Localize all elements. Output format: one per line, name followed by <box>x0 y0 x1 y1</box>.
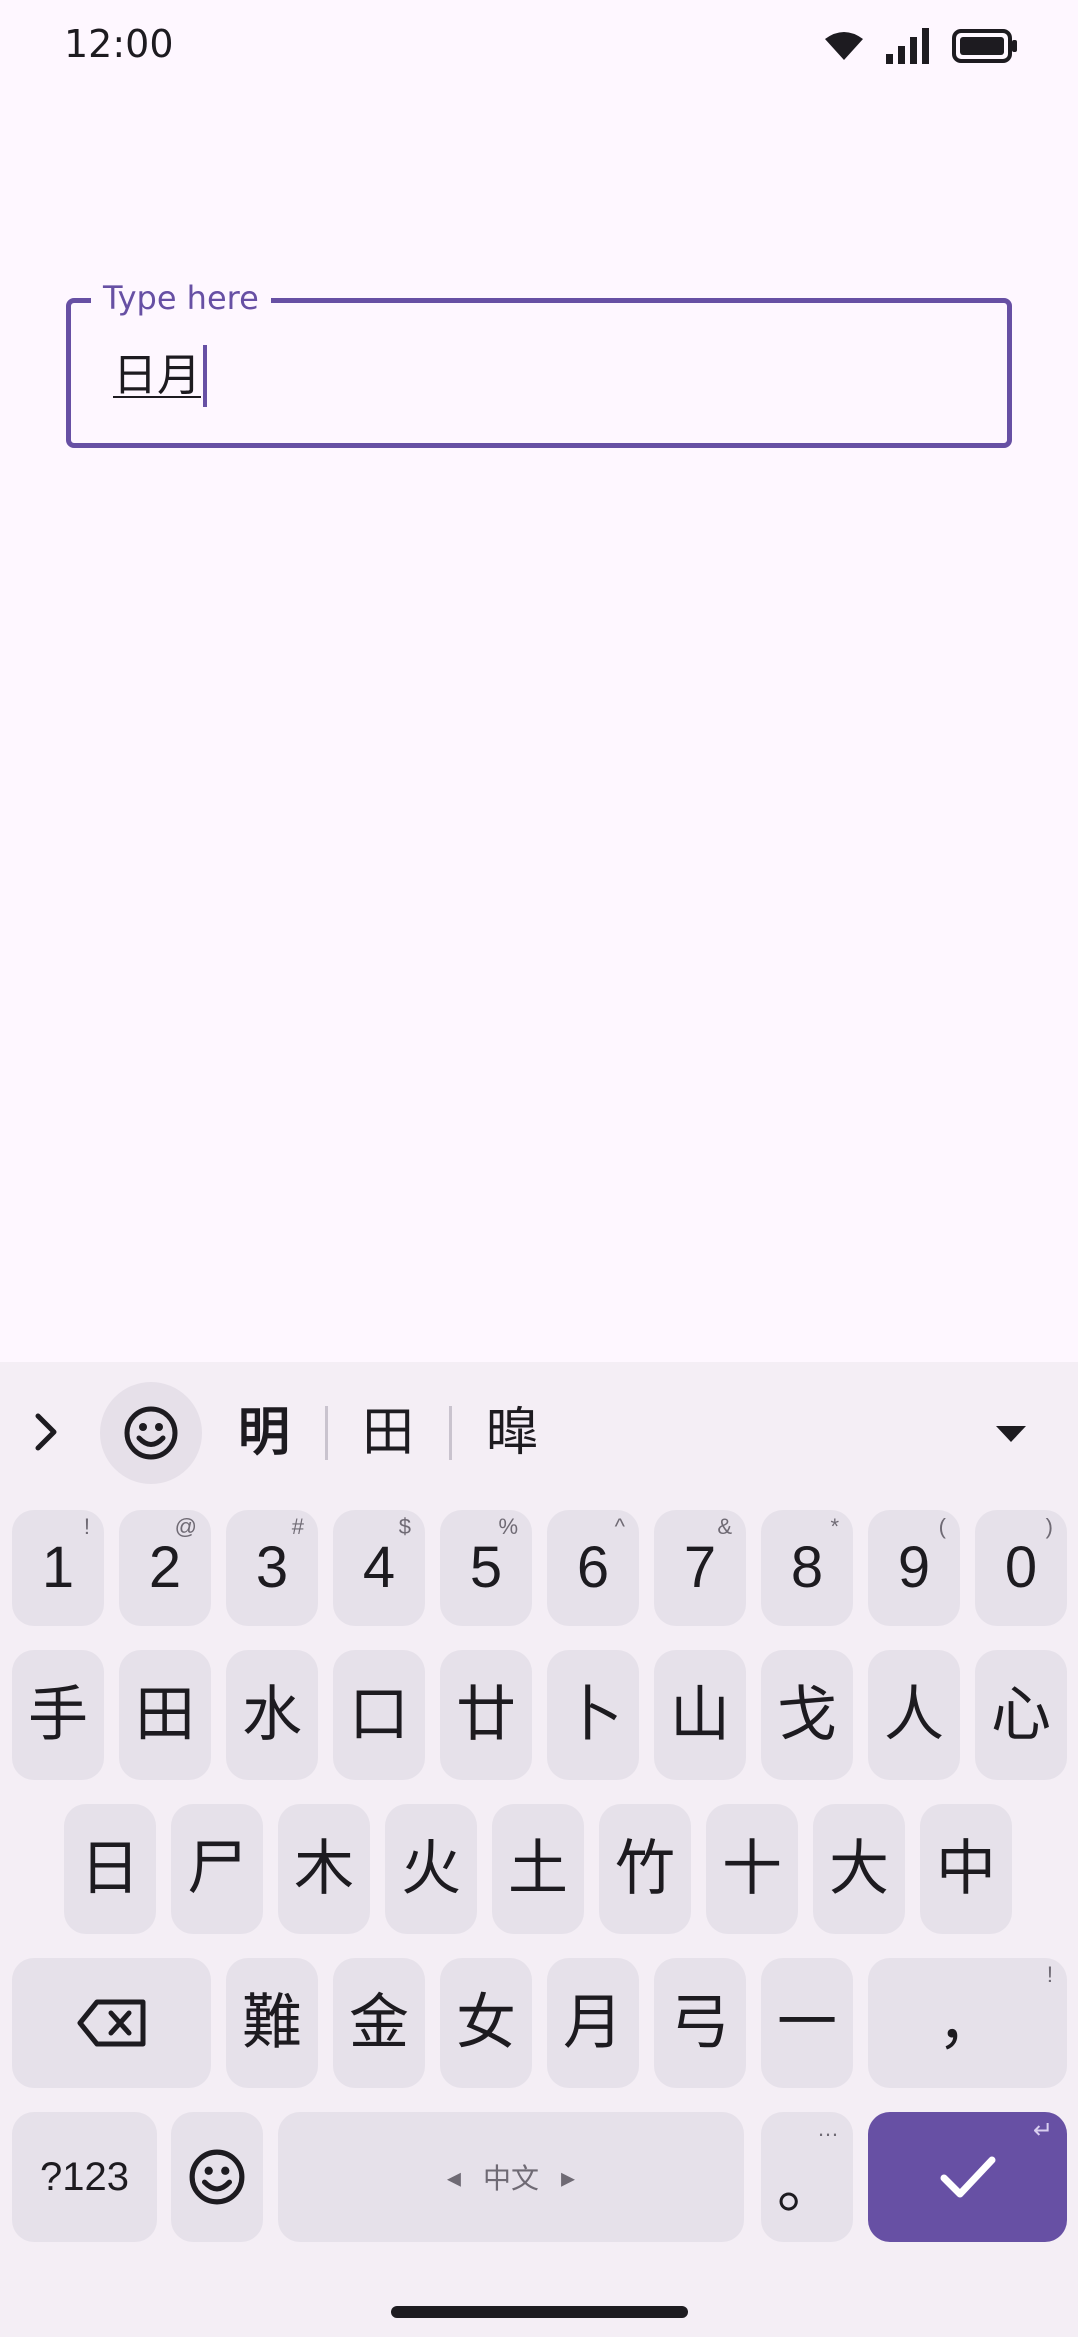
space-key[interactable]: ◂ 中文 ▸ <box>278 2112 744 2242</box>
cellular-signal-icon <box>886 28 929 64</box>
language-label: 中文 <box>482 2162 539 2195</box>
key-5[interactable]: 5% <box>440 1510 532 1626</box>
key-4[interactable]: 4 $ <box>333 1510 425 1626</box>
candidate-bar: 明 田 暭 <box>0 1362 1078 1502</box>
key-cangjie[interactable]: 田 <box>119 1650 211 1780</box>
key-cangjie[interactable]: 土 <box>492 1804 584 1934</box>
key-cangjie[interactable]: 廿 <box>440 1650 532 1780</box>
composing-text: 日月 <box>113 350 201 401</box>
key-6[interactable]: 6 ^ <box>547 1510 639 1626</box>
key-3[interactable]: 3 # <box>226 1510 318 1626</box>
home-indicator[interactable] <box>391 2306 688 2318</box>
key-2[interactable]: 2 @ <box>119 1510 211 1626</box>
key-cangjie[interactable]: 女 <box>440 1958 532 2088</box>
status-bar: 12:00 <box>0 0 1078 96</box>
key-cangjie[interactable]: 中 <box>920 1804 1012 1934</box>
emoji-suggest-button[interactable] <box>100 1382 202 1484</box>
candidate-divider <box>449 1406 452 1460</box>
key-cangjie[interactable]: 火 <box>385 1804 477 1934</box>
key-cangjie[interactable]: 戈 <box>761 1650 853 1780</box>
key-cangjie[interactable]: 卜 <box>547 1650 639 1780</box>
key-cangjie[interactable]: 尸 <box>171 1804 263 1934</box>
emoji-icon <box>124 1406 178 1460</box>
expand-candidates-icon[interactable] <box>994 1424 1028 1444</box>
caret-left-icon: ◂ <box>446 2160 461 2194</box>
emoji-key[interactable] <box>171 2112 263 2242</box>
check-icon <box>940 2156 995 2198</box>
key-8[interactable]: 8 * <box>761 1510 853 1626</box>
status-time: 12:00 <box>64 22 174 66</box>
candidate-2[interactable]: 田 <box>362 1398 414 1468</box>
keyboard: 明 田 暭 1! 2 @ 3 # 4 $ 5% 6 ^ 7 & 8 * 9( 0) 手 田 … <box>0 1362 1078 2337</box>
enter-hint: ↵ <box>1032 2117 1053 2144</box>
done-action-key[interactable]: ↵ <box>868 2112 1067 2242</box>
key-cangjie[interactable]: 山 <box>654 1650 746 1780</box>
key-cangjie[interactable]: 月 <box>547 1958 639 2088</box>
key-cangjie[interactable]: 竹 <box>599 1804 691 1934</box>
backspace-icon <box>77 1999 145 2047</box>
period-key[interactable]: 。… <box>761 2112 853 2242</box>
symbols-key[interactable]: ?123 <box>12 2112 157 2242</box>
key-cangjie[interactable]: 人 <box>868 1650 960 1780</box>
key-cangjie[interactable]: 水 <box>226 1650 318 1780</box>
key-cangjie[interactable]: 難 <box>226 1958 318 2088</box>
key-cangjie[interactable]: 金 <box>333 1958 425 2088</box>
chevron-right-icon[interactable] <box>30 1410 60 1454</box>
key-9[interactable]: 9( <box>868 1510 960 1626</box>
candidate-divider <box>325 1406 328 1460</box>
candidate-1[interactable]: 明 <box>238 1398 290 1468</box>
key-cangjie[interactable]: 弓 <box>654 1958 746 2088</box>
key-cangjie[interactable]: 手 <box>12 1650 104 1780</box>
comma-key[interactable]: ，! <box>868 1958 1067 2088</box>
candidate-3[interactable]: 暭 <box>486 1398 538 1468</box>
key-cangjie[interactable]: 口 <box>333 1650 425 1780</box>
battery-icon <box>952 29 1017 63</box>
field-label: Type here <box>91 278 271 318</box>
wifi-icon <box>825 32 863 60</box>
key-cangjie[interactable]: 心 <box>975 1650 1067 1780</box>
key-cangjie[interactable]: 木 <box>278 1804 370 1934</box>
text-input-field[interactable]: Type here 日月 <box>66 278 1012 448</box>
key-cangjie[interactable]: 日 <box>64 1804 156 1934</box>
key-cangjie[interactable]: 一 <box>761 1958 853 2088</box>
key-cangjie[interactable]: 大 <box>813 1804 905 1934</box>
text-caret <box>203 345 207 407</box>
key-cangjie[interactable]: 十 <box>706 1804 798 1934</box>
backspace-key[interactable] <box>12 1958 211 2088</box>
caret-right-icon: ▸ <box>561 2160 576 2194</box>
key-7[interactable]: 7 & <box>654 1510 746 1626</box>
status-icons <box>824 28 1018 64</box>
key-0[interactable]: 0) <box>975 1510 1067 1626</box>
key-1[interactable]: 1! <box>12 1510 104 1626</box>
emoji-icon <box>189 2149 245 2205</box>
